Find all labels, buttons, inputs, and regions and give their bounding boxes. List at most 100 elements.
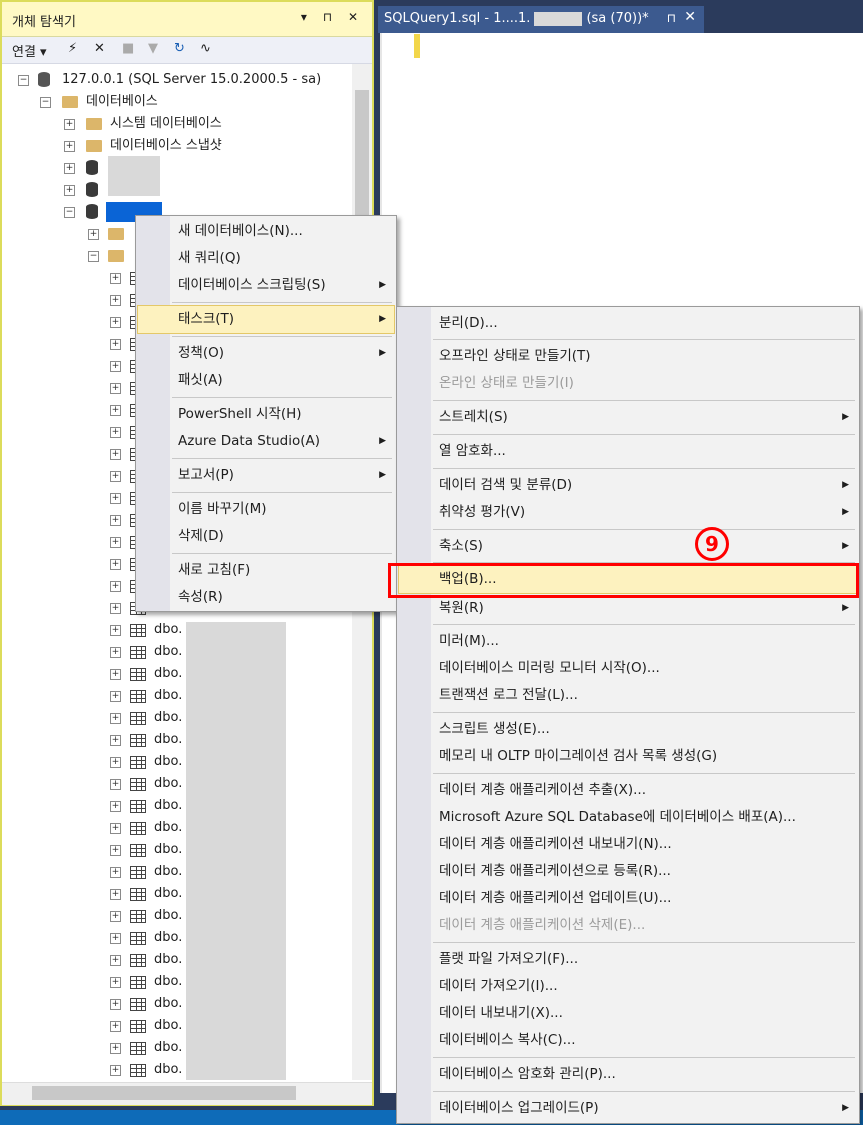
connect-plug-icon[interactable]: ⚡ — [68, 41, 77, 56]
menu-item[interactable]: 보고서(P) ▶ — [138, 462, 394, 489]
expand-icon[interactable]: + — [110, 735, 121, 746]
menu-item[interactable]: 복원(R) ▶ — [399, 595, 857, 622]
menu-item[interactable]: 속성(R) — [138, 584, 394, 611]
menu-item-label: 데이터 계층 애플리케이션 내보내기(N)... — [439, 836, 672, 852]
expand-icon[interactable]: + — [64, 163, 75, 174]
menu-item[interactable]: 데이터 계층 애플리케이션으로 등록(R)... — [399, 858, 857, 885]
expand-icon[interactable]: + — [110, 779, 121, 790]
expand-icon[interactable]: + — [110, 405, 121, 416]
expand-icon[interactable]: + — [110, 449, 121, 460]
expand-icon[interactable]: + — [110, 1043, 121, 1054]
activity-monitor-icon[interactable]: ∿ — [200, 41, 211, 56]
menu-item[interactable]: 새 데이터베이스(N)... — [138, 218, 394, 245]
collapse-icon[interactable]: − — [64, 207, 75, 218]
menu-item[interactable]: 데이터베이스 복사(C)... — [399, 1027, 857, 1054]
expand-icon[interactable]: + — [110, 1021, 121, 1032]
menu-item[interactable]: 패싯(A) — [138, 367, 394, 394]
menu-item[interactable]: 데이터베이스 스크립팅(S) ▶ — [138, 272, 394, 299]
menu-separator — [433, 339, 855, 340]
expand-icon[interactable]: + — [64, 119, 75, 130]
collapse-icon[interactable]: − — [88, 251, 99, 262]
expand-icon[interactable]: + — [110, 801, 121, 812]
connect-button[interactable]: 연결 ▾ — [12, 41, 47, 60]
menu-item[interactable]: 트랜잭션 로그 전달(L)... — [399, 682, 857, 709]
expand-icon[interactable]: + — [110, 581, 121, 592]
expand-icon[interactable]: + — [64, 185, 75, 196]
expand-icon[interactable]: + — [110, 669, 121, 680]
menu-item[interactable]: 데이터베이스 암호화 관리(P)... — [399, 1061, 857, 1088]
panel-window-buttons[interactable]: ▾ ⊓ ✕ — [301, 10, 364, 24]
expand-icon[interactable]: + — [110, 603, 121, 614]
menu-item[interactable]: Azure Data Studio(A) ▶ — [138, 428, 394, 455]
expand-icon[interactable]: + — [110, 691, 121, 702]
expand-icon[interactable]: + — [64, 141, 75, 152]
menu-item[interactable]: PowerShell 시작(H) — [138, 401, 394, 428]
pin-icon[interactable]: ⊓ — [667, 11, 676, 25]
expand-icon[interactable]: + — [110, 427, 121, 438]
table-name: dbo. — [154, 952, 183, 967]
expand-icon[interactable]: + — [88, 229, 99, 240]
menu-item[interactable]: 삭제(D) — [138, 523, 394, 550]
menu-item[interactable]: 오프라인 상태로 만들기(T) — [399, 343, 857, 370]
menu-item[interactable]: 새로 고침(F) — [138, 557, 394, 584]
menu-item[interactable]: 데이터 계층 애플리케이션 내보내기(N)... — [399, 831, 857, 858]
menu-item[interactable]: 정책(O) ▶ — [138, 340, 394, 367]
menu-item[interactable]: 스크립트 생성(E)... — [399, 716, 857, 743]
menu-item[interactable]: 미러(M)... — [399, 628, 857, 655]
expand-icon[interactable]: + — [110, 823, 121, 834]
menu-item-label: 데이터베이스 업그레이드(P) — [439, 1100, 599, 1116]
close-icon[interactable]: ✕ — [684, 9, 696, 25]
collapse-icon[interactable]: − — [40, 97, 51, 108]
expand-icon[interactable]: + — [110, 647, 121, 658]
menu-item[interactable]: 축소(S) ▶ — [399, 533, 857, 560]
expand-icon[interactable]: + — [110, 999, 121, 1010]
menu-item[interactable]: 새 쿼리(Q) — [138, 245, 394, 272]
expand-icon[interactable]: + — [110, 471, 121, 482]
expand-icon[interactable]: + — [110, 317, 121, 328]
menu-item[interactable]: 플랫 파일 가져오기(F)... — [399, 946, 857, 973]
expand-icon[interactable]: + — [110, 383, 121, 394]
expand-icon[interactable]: + — [110, 339, 121, 350]
tree-horizontal-scroll-thumb[interactable] — [32, 1086, 296, 1100]
menu-item[interactable]: 열 암호화... — [399, 438, 857, 465]
menu-item[interactable]: 데이터 계층 애플리케이션 추출(X)... — [399, 777, 857, 804]
expand-icon[interactable]: + — [110, 537, 121, 548]
refresh-icon[interactable]: ↻ — [174, 41, 185, 56]
menu-item[interactable]: 태스크(T) ▶ — [137, 305, 395, 334]
expand-icon[interactable]: + — [110, 867, 121, 878]
menu-item[interactable]: 데이터베이스 업그레이드(P) ▶ — [399, 1095, 857, 1122]
menu-item[interactable]: 스트레치(S) ▶ — [399, 404, 857, 431]
menu-item[interactable]: 메모리 내 OLTP 마이그레이션 검사 목록 생성(G) — [399, 743, 857, 770]
expand-icon[interactable]: + — [110, 515, 121, 526]
expand-icon[interactable]: + — [110, 757, 121, 768]
menu-item[interactable]: 데이터 가져오기(I)... — [399, 973, 857, 1000]
stop-icon[interactable]: ■ — [122, 41, 134, 56]
expand-icon[interactable]: + — [110, 1065, 121, 1076]
expand-icon[interactable]: + — [110, 713, 121, 724]
expand-icon[interactable]: + — [110, 977, 121, 988]
expand-icon[interactable]: + — [110, 273, 121, 284]
menu-item[interactable]: 분리(D)... — [399, 310, 857, 337]
expand-icon[interactable]: + — [110, 955, 121, 966]
expand-icon[interactable]: + — [110, 889, 121, 900]
expand-icon[interactable]: + — [110, 493, 121, 504]
expand-icon[interactable]: + — [110, 625, 121, 636]
menu-item[interactable]: 이름 바꾸기(M) — [138, 496, 394, 523]
menu-item[interactable]: Microsoft Azure SQL Database에 데이터베이스 배포(… — [399, 804, 857, 831]
menu-item[interactable]: 데이터 검색 및 분류(D) ▶ — [399, 472, 857, 499]
expand-icon[interactable]: + — [110, 559, 121, 570]
table-name: dbo. — [154, 644, 183, 659]
disconnect-icon[interactable]: ✕ — [94, 41, 105, 56]
menu-item[interactable]: 데이터베이스 미러링 모니터 시작(O)... — [399, 655, 857, 682]
collapse-icon[interactable]: − — [18, 75, 29, 86]
expand-icon[interactable]: + — [110, 933, 121, 944]
menu-item[interactable]: 취약성 평가(V) ▶ — [399, 499, 857, 526]
tab-sqlquery1[interactable]: SQLQuery1.sql - 1....1. (sa (70))* ⊓ ✕ — [378, 6, 704, 33]
expand-icon[interactable]: + — [110, 911, 121, 922]
expand-icon[interactable]: + — [110, 295, 121, 306]
expand-icon[interactable]: + — [110, 845, 121, 856]
filter-icon[interactable]: ▼ — [148, 41, 158, 56]
menu-item[interactable]: 데이터 계층 애플리케이션 업데이트(U)... — [399, 885, 857, 912]
expand-icon[interactable]: + — [110, 361, 121, 372]
menu-item[interactable]: 데이터 내보내기(X)... — [399, 1000, 857, 1027]
